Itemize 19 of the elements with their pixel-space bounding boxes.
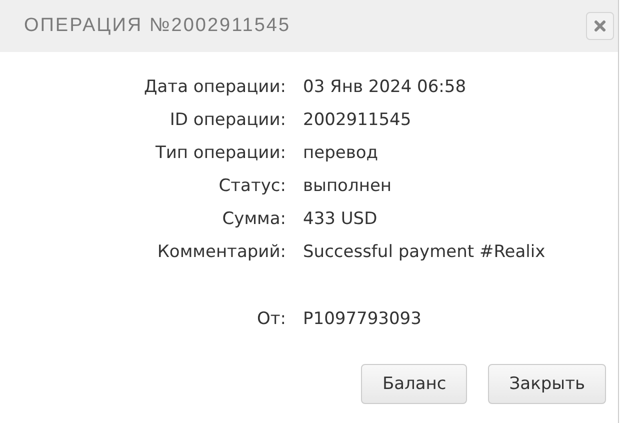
close-icon [594,20,606,32]
field-value: 433 USD [303,208,378,231]
close-button[interactable] [586,12,614,40]
field-value: перевод [303,142,379,165]
field-value: выполнен [303,175,393,198]
field-label: От: [256,308,286,331]
field-label: ID операции: [168,109,286,132]
field-label: Сумма: [221,208,286,231]
field-label: Дата операции: [142,76,286,99]
field-value: Successful payment #Realix [303,241,546,264]
field-value: P1097793093 [303,308,422,331]
field-label: Тип операции: [154,142,286,165]
field-value: 2002911545 [303,109,412,132]
balance-button[interactable]: Баланс [361,364,468,404]
dialog-title: ОПЕРАЦИЯ №2002911545 [24,15,291,37]
field-label: Статус: [218,175,286,198]
field-value: 03 Янв 2024 06:58 [303,76,468,99]
close-dialog-button[interactable]: Закрыть [488,364,606,404]
field-label: Комментарий: [156,241,286,264]
